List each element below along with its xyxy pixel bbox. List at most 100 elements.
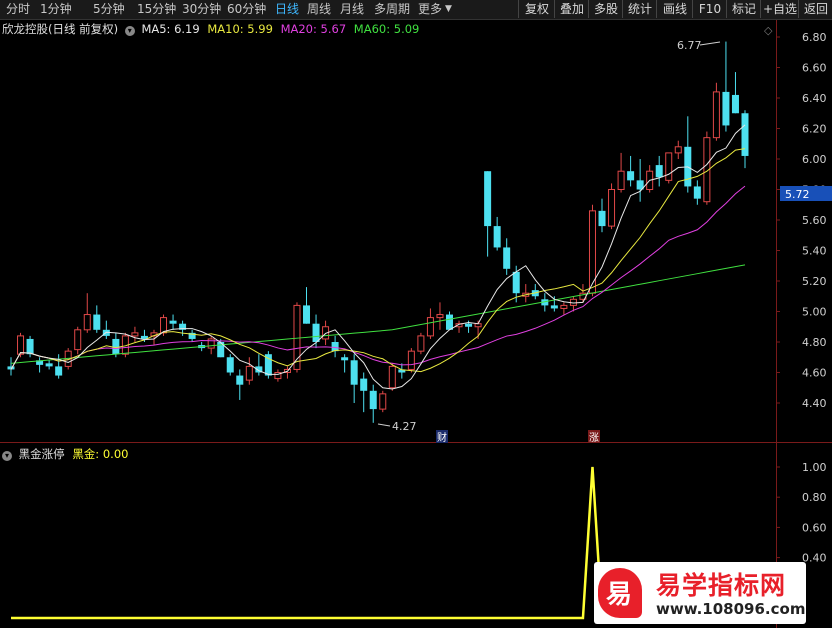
- candle: [665, 152, 673, 184]
- candle: [484, 171, 492, 257]
- price-tick-label: 5.60: [802, 214, 827, 227]
- candle-body: [627, 171, 635, 181]
- candle: [531, 284, 539, 300]
- candle-body: [484, 171, 492, 227]
- candle: [236, 369, 244, 400]
- current-price-label: 5.72: [785, 188, 810, 201]
- candle-body: [550, 305, 558, 309]
- price-tick-label: 4.60: [802, 367, 827, 380]
- watermark-title: 易学指标网: [656, 571, 787, 600]
- price-tick-label: 6.20: [802, 123, 827, 136]
- candle-body: [83, 314, 91, 331]
- candle-body: [608, 189, 616, 227]
- low-price-label: 4.27: [392, 420, 417, 433]
- price-tick-label: 6.00: [802, 153, 827, 166]
- candle: [303, 287, 311, 324]
- candle-body: [226, 357, 234, 373]
- candle-body: [712, 91, 720, 139]
- candle: [550, 296, 558, 312]
- price-tick-label: 6.80: [802, 31, 827, 44]
- candle-body: [74, 329, 82, 351]
- candle: [7, 357, 15, 376]
- candle: [245, 357, 253, 385]
- indicator-tick-label: 0.60: [802, 521, 827, 534]
- candle: [598, 198, 606, 233]
- high-price-label: 6.77: [677, 39, 702, 52]
- candle-body: [350, 360, 358, 385]
- candle-body: [560, 304, 568, 309]
- candle: [655, 155, 663, 187]
- candle: [636, 159, 644, 202]
- candle: [522, 284, 530, 303]
- candle: [360, 372, 368, 413]
- candle: [36, 357, 44, 373]
- candle-body: [445, 314, 453, 330]
- candle: [493, 216, 501, 251]
- candle-body: [331, 342, 339, 352]
- candle: [712, 82, 720, 141]
- candle-body: [112, 338, 120, 355]
- candle: [693, 180, 701, 205]
- candle-body: [93, 314, 101, 330]
- candle-body: [588, 210, 596, 294]
- candle-body: [493, 226, 501, 248]
- watermark-url: www.108096.com: [656, 600, 806, 618]
- candle: [93, 305, 101, 333]
- candle-body: [245, 365, 253, 381]
- candle: [379, 390, 387, 413]
- price-tick-label: 4.80: [802, 336, 827, 349]
- candle-body: [417, 335, 425, 352]
- candle-body: [407, 350, 415, 370]
- low-arrow: [377, 423, 391, 427]
- candle: [83, 293, 91, 333]
- candle-body: [45, 363, 53, 367]
- candle: [407, 348, 415, 373]
- price-chart[interactable]: 6.806.606.406.206.005.805.605.405.205.00…: [0, 0, 832, 628]
- candle-body: [160, 317, 168, 334]
- candle: [608, 183, 616, 230]
- candle-body: [341, 357, 349, 361]
- candle: [579, 284, 587, 303]
- candle-body: [722, 91, 730, 126]
- candle-body: [312, 323, 320, 342]
- candle-body: [26, 338, 34, 355]
- candle: [341, 354, 349, 373]
- candle: [74, 326, 82, 355]
- candle-body: [369, 390, 377, 410]
- candle: [703, 131, 711, 205]
- candle-body: [731, 94, 739, 114]
- candle: [646, 165, 654, 193]
- cai-marker[interactable]: 财: [437, 431, 447, 444]
- candle-body: [674, 146, 682, 154]
- candle-body: [741, 113, 749, 156]
- ma10-line: [10, 148, 746, 373]
- candle: [731, 72, 739, 114]
- candle: [45, 360, 53, 370]
- price-tick-label: 5.20: [802, 275, 827, 288]
- candle: [722, 41, 730, 132]
- candle-body: [236, 375, 244, 385]
- price-tick-label: 5.00: [802, 306, 827, 319]
- indicator-tick-label: 0.80: [802, 491, 827, 504]
- price-tick-label: 6.40: [802, 92, 827, 105]
- candle: [274, 369, 282, 382]
- ma20-line: [10, 185, 746, 370]
- zhang-marker[interactable]: 涨: [589, 432, 599, 444]
- ma5-line: [10, 124, 746, 390]
- candle-body: [169, 320, 177, 324]
- candle: [388, 363, 396, 391]
- candle: [503, 238, 511, 275]
- candle: [741, 110, 749, 169]
- candle-body: [436, 314, 444, 319]
- candle: [169, 314, 177, 330]
- candle: [684, 116, 692, 193]
- candle-body: [465, 323, 473, 327]
- candle-body: [426, 317, 434, 337]
- candle-body: [379, 393, 387, 410]
- candle: [131, 326, 139, 342]
- candle-body: [693, 186, 701, 199]
- candle-body: [503, 247, 511, 269]
- candle-body: [360, 378, 368, 391]
- price-tick-label: 4.40: [802, 397, 827, 410]
- candle: [331, 335, 339, 358]
